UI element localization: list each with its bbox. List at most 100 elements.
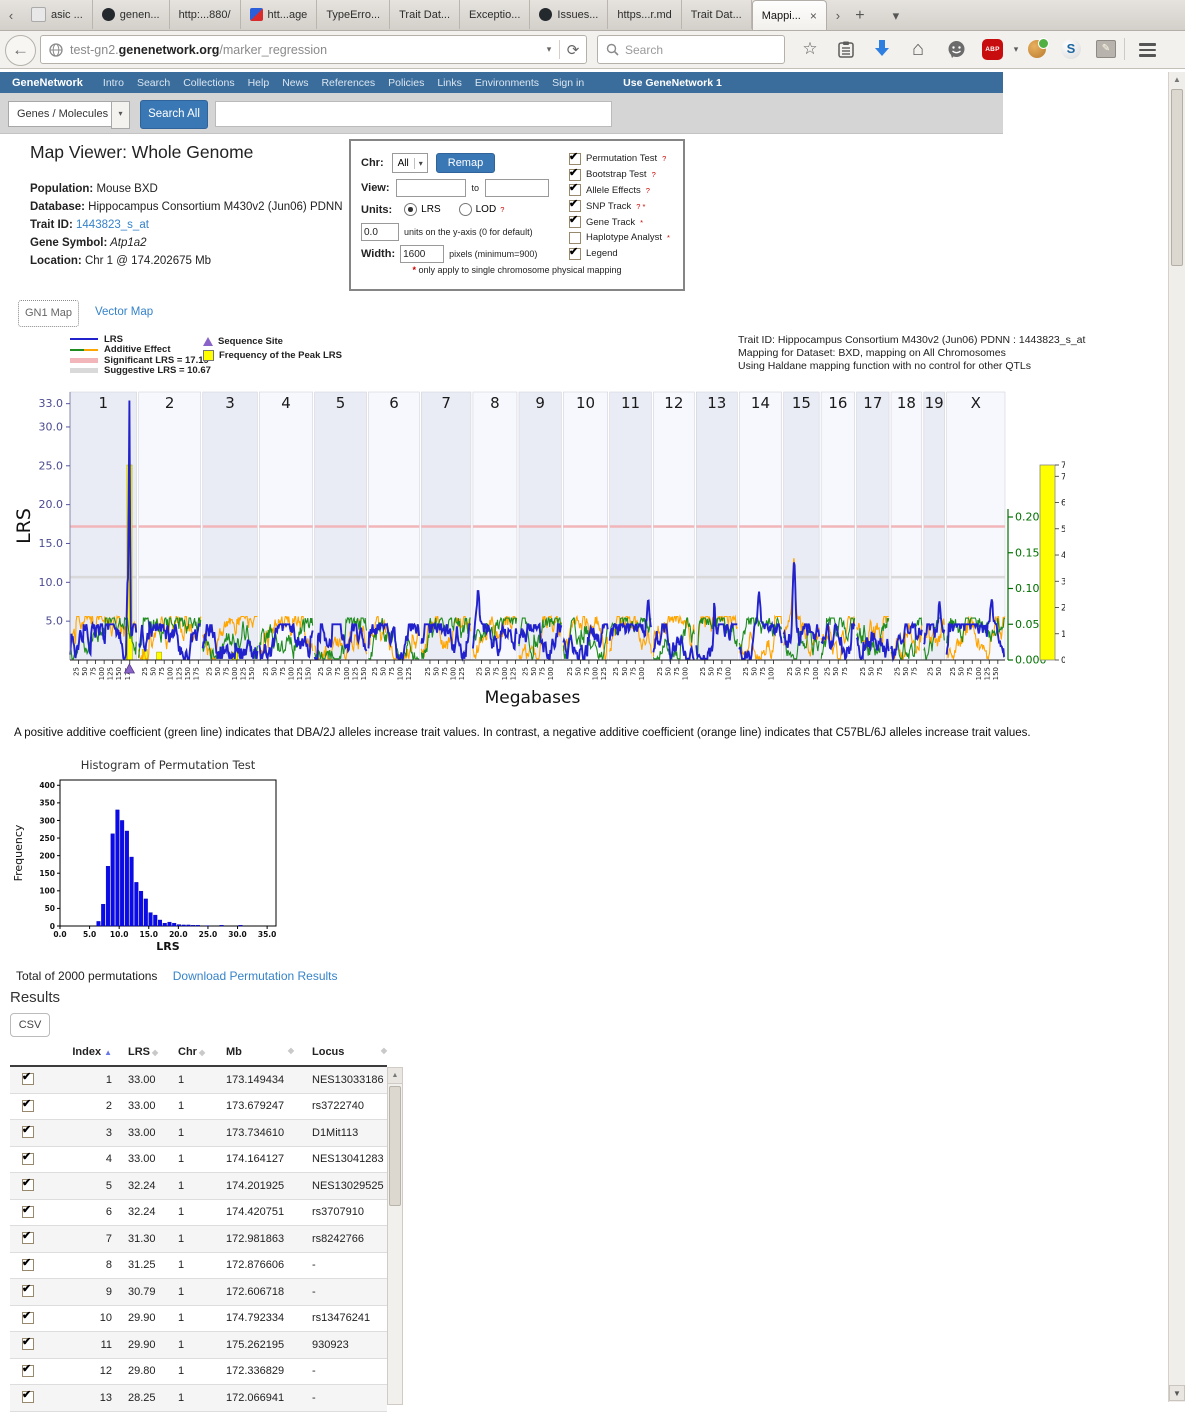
yaxis-units-input[interactable] [361, 223, 399, 241]
col-header-chr[interactable]: Chr◆ [168, 1046, 214, 1058]
view-from-input[interactable] [396, 179, 466, 197]
row-checkbox[interactable] [22, 1100, 34, 1112]
row-checkbox[interactable] [22, 1179, 34, 1191]
csv-button[interactable]: CSV [10, 1013, 50, 1037]
col-header-lrs[interactable]: LRS◆ [116, 1046, 168, 1058]
browser-tab[interactable]: htt...age [241, 0, 318, 29]
list-all-tabs-icon[interactable]: ▾ [885, 1, 907, 30]
search-all-button[interactable]: Search All [140, 100, 208, 129]
tab-scroll-left-icon[interactable]: ‹ [0, 1, 22, 30]
nav-item-environments[interactable]: Environments [475, 77, 539, 89]
row-checkbox[interactable] [22, 1365, 34, 1377]
row-checkbox[interactable] [22, 1312, 34, 1324]
checkbox[interactable] [569, 200, 581, 212]
table-row[interactable]: 233.001173.679247rs3722740 [10, 1094, 387, 1121]
hamburger-menu-icon[interactable] [1139, 40, 1163, 66]
global-search-input[interactable] [215, 101, 612, 127]
tab-scroll-right-icon[interactable]: › [827, 1, 849, 30]
browser-tab[interactable]: Issues... [530, 0, 608, 29]
checkbox[interactable] [569, 169, 581, 181]
table-row[interactable]: 731.301172.981863rs8242766 [10, 1226, 387, 1253]
back-button[interactable]: ← [5, 35, 36, 66]
table-row[interactable]: 632.241174.420751rs3707910 [10, 1200, 387, 1227]
width-input[interactable] [400, 245, 444, 263]
search-category-select[interactable]: Genes / Molecules [8, 101, 121, 127]
browser-tab[interactable]: asic ... [22, 0, 93, 29]
remap-button[interactable]: Remap [436, 153, 495, 173]
scroll-up-icon[interactable]: ▲ [388, 1068, 402, 1084]
screenshot-addon-icon[interactable]: ✎ [1096, 40, 1116, 58]
table-row[interactable]: 333.001173.734610D1Mit113 [10, 1120, 387, 1147]
browser-tab[interactable]: genen... [93, 0, 170, 29]
nav-item-sign-in[interactable]: Sign in [552, 77, 584, 89]
browser-tab[interactable]: https...r.md [608, 0, 681, 29]
scroll-down-icon[interactable]: ▼ [1169, 1385, 1185, 1401]
option-help[interactable]: ? * [636, 202, 645, 211]
url-text[interactable]: test-gn2.genenetwork.org/marker_regressi… [70, 43, 539, 57]
table-scrollbar[interactable]: ▲ [387, 1067, 403, 1405]
col-header-locus[interactable]: Locus◆ [304, 1046, 387, 1058]
table-scroll-thumb[interactable] [389, 1086, 401, 1206]
url-dropdown-icon[interactable]: ▾ [539, 44, 559, 55]
info-value[interactable]: 1443823_s_at [73, 219, 149, 231]
checkbox[interactable] [569, 184, 581, 196]
row-checkbox[interactable] [22, 1259, 34, 1271]
page-scroll-thumb[interactable] [1171, 89, 1183, 266]
browser-tab[interactable]: http:...880/ [170, 0, 241, 29]
browser-tab[interactable]: Trait Dat... [390, 0, 460, 29]
nav-item-policies[interactable]: Policies [388, 77, 424, 89]
brand-genenetwork[interactable]: GeneNetwork [12, 77, 83, 89]
nav-use-genenetwork1[interactable]: Use GeneNetwork 1 [623, 77, 722, 89]
checkbox[interactable] [569, 248, 581, 260]
table-row[interactable]: 1029.901174.792334rs13476241 [10, 1306, 387, 1333]
row-checkbox[interactable] [22, 1206, 34, 1218]
row-checkbox[interactable] [22, 1153, 34, 1165]
table-row[interactable]: 532.241174.201925NES13029525 [10, 1173, 387, 1200]
tab-gn1-map[interactable]: GN1 Map [18, 300, 79, 327]
lrs-radio[interactable] [404, 203, 417, 216]
bookmark-star-icon[interactable]: ☆ [798, 36, 822, 62]
nav-item-collections[interactable]: Collections [183, 77, 234, 89]
table-row[interactable]: 1229.801172.336829- [10, 1359, 387, 1386]
col-header-index[interactable]: Index▲ [54, 1046, 116, 1058]
row-checkbox[interactable] [22, 1391, 34, 1403]
chromosome-select[interactable]: All▾ [392, 153, 428, 173]
lod-radio[interactable] [459, 203, 472, 216]
url-bar[interactable]: test-gn2.genenetwork.org/marker_regressi… [40, 35, 587, 64]
downloads-icon[interactable] [870, 36, 894, 62]
chat-icon[interactable] [944, 36, 968, 62]
nav-item-references[interactable]: References [321, 77, 375, 89]
bookmarks-menu-icon[interactable] [834, 36, 858, 62]
scroll-up-icon[interactable]: ▲ [1169, 72, 1185, 88]
checkbox[interactable] [569, 216, 581, 228]
table-row[interactable]: 1129.901175.262195930923 [10, 1332, 387, 1359]
nav-item-news[interactable]: News [282, 77, 308, 89]
adblock-caret-icon[interactable]: ▾ [1004, 36, 1028, 62]
browser-tab[interactable]: Trait Dat... [682, 0, 752, 29]
checkbox[interactable] [569, 232, 581, 244]
search-category-caret-icon[interactable]: ▾ [111, 101, 130, 129]
page-scrollbar[interactable]: ▲ ▼ [1168, 72, 1185, 1402]
row-checkbox[interactable] [22, 1338, 34, 1350]
nav-item-help[interactable]: Help [248, 77, 270, 89]
table-row[interactable]: 433.001174.164127NES13041283 [10, 1147, 387, 1174]
row-checkbox[interactable] [22, 1073, 34, 1085]
nav-item-links[interactable]: Links [437, 77, 462, 89]
table-row[interactable]: 133.001173.149434NES13033186 [10, 1067, 387, 1094]
table-row[interactable]: 930.791172.606718- [10, 1279, 387, 1306]
option-help[interactable]: * [667, 233, 670, 242]
tab-vector-map[interactable]: Vector Map [95, 306, 153, 318]
browser-tab[interactable]: TypeErro... [317, 0, 390, 29]
nav-item-intro[interactable]: Intro [103, 77, 124, 89]
table-row[interactable]: 1328.251172.066941- [10, 1385, 387, 1412]
adblock-icon[interactable]: ABP [982, 39, 1003, 60]
lod-help[interactable]: ? [500, 205, 504, 214]
browser-tab[interactable]: Exceptio... [460, 0, 530, 29]
skype-addon-icon[interactable]: S [1061, 39, 1081, 59]
nav-item-search[interactable]: Search [137, 77, 170, 89]
home-icon[interactable]: ⌂ [906, 36, 930, 62]
option-help[interactable]: ? [646, 186, 650, 195]
row-checkbox[interactable] [22, 1285, 34, 1297]
table-row[interactable]: 831.251172.876606- [10, 1253, 387, 1280]
browser-search-field[interactable]: Search [597, 35, 785, 64]
